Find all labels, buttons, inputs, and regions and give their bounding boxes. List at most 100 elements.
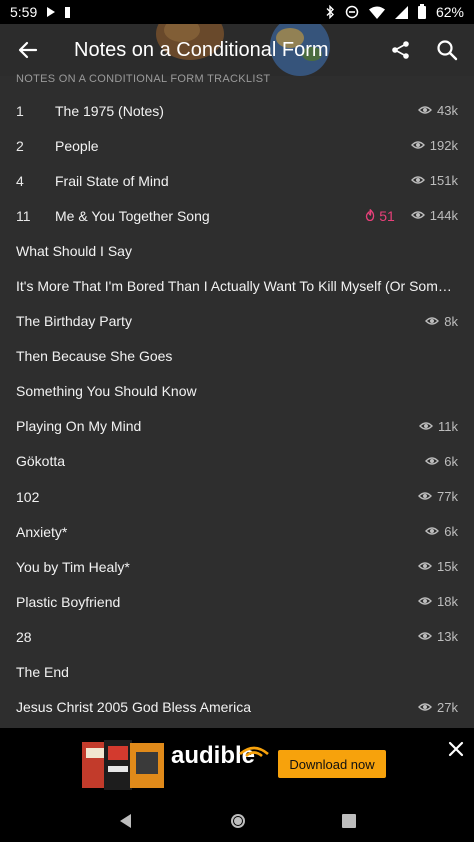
track-row[interactable]: What Should I Say [0,233,474,268]
eye-icon [410,208,425,223]
view-count-value: 6k [444,524,458,540]
battery-icon [417,3,426,19]
track-row[interactable]: Jesus Christ 2005 God Bless America 27k [0,690,474,725]
eye-icon [425,454,440,469]
track-row[interactable]: 4 Frail State of Mind 151k [0,163,474,198]
eye-icon [418,489,433,504]
view-count: 6k [425,454,458,469]
view-count: 151k [410,173,458,189]
view-count-value: 43k [437,103,458,119]
audiobook-covers-image [82,740,164,790]
view-count: 11k [419,419,458,434]
audible-wave-icon [239,746,269,758]
eye-icon [410,173,425,188]
track-row[interactable]: 1 The 1975 (Notes) 43k [0,93,474,128]
track-row[interactable]: Then Because She Goes [0,339,474,374]
view-count: 13k [418,629,458,644]
track-number: 11 [16,207,31,224]
eye-icon [418,103,433,118]
page-title: Notes on a Conditional Form [74,38,329,61]
track-row[interactable]: Something You Should Know [0,374,474,409]
track-title: People [55,137,99,154]
nav-recents-icon[interactable] [342,814,357,828]
track-title: You by Tim Healy* [16,558,130,575]
view-count-value: 6k [444,453,458,469]
view-count: 144k [410,208,458,223]
track-number: 2 [16,137,24,154]
nav-home-icon[interactable] [229,812,247,830]
eye-icon [425,314,440,329]
track-row[interactable]: It's More That I'm Bored Than I Actually… [0,268,474,303]
view-count: 6k [425,524,458,539]
arrow-left-icon [18,41,38,59]
hot-badge: 51 [365,208,395,224]
eye-icon [418,700,433,715]
eye-icon [418,629,433,644]
download-now-button[interactable]: Download now [278,750,386,778]
track-title: 102 [16,488,40,505]
track-row[interactable]: You by Tim Healy* 15k [0,549,474,584]
track-title: Jesus Christ 2005 God Bless America [16,699,251,716]
track-row[interactable]: 28 13k [0,619,474,654]
track-stats: 13k [418,629,458,644]
view-count-value: 8k [444,313,458,329]
back-button[interactable] [0,24,56,76]
track-stats: 51 144k [365,208,458,224]
track-row[interactable]: Anxiety* 6k [0,514,474,549]
view-count-value: 77k [437,489,458,505]
notification-icon [65,6,71,18]
track-row[interactable]: The Birthday Party 8k [0,304,474,339]
track-stats: 11k [419,419,458,434]
track-title: 28 [16,628,32,645]
bluetooth-icon [326,5,334,19]
media-play-icon [47,7,56,17]
view-count-value: 151k [429,173,458,189]
track-number: 1 [16,102,24,119]
track-title: Frail State of Mind [55,172,169,189]
eye-icon [418,594,433,609]
track-row[interactable]: 11 Me & You Together Song 51 144k [0,198,474,233]
track-stats: 192k [410,138,458,154]
track-title: Anxiety* [16,523,68,540]
track-stats: 8k [425,314,458,329]
battery-level: 62% [435,4,464,20]
track-row[interactable]: Playing On My Mind 11k [0,409,474,444]
close-icon[interactable] [446,739,466,759]
view-count: 192k [410,138,458,154]
share-icon [392,41,409,59]
track-title: Gökotta [16,453,66,470]
track-stats: 15k [418,559,458,574]
track-number: 4 [16,172,24,189]
track-stats: 151k [410,173,458,189]
track-title: Plastic Boyfriend [16,593,121,610]
track-list: 1 The 1975 (Notes) 43k 2 People 192k 4 Frail St… [0,93,474,725]
view-count: 8k [425,314,458,329]
signal-icon [394,5,408,19]
search-button[interactable] [424,24,470,76]
system-navigation-bar [0,800,474,842]
hot-count: 51 [379,207,395,224]
track-stats: 6k [425,454,458,469]
track-stats: 18k [418,594,458,609]
view-count-value: 18k [437,594,458,610]
track-title: It's More That I'm Bored Than I Actually… [16,278,458,295]
track-row[interactable]: Plastic Boyfriend 18k [0,584,474,619]
share-button[interactable] [378,24,424,76]
do-not-disturb-icon [345,5,359,19]
eye-icon [425,524,440,539]
status-bar: 5:59 62% [0,0,474,24]
view-count-value: 192k [429,138,458,154]
nav-back-icon[interactable] [118,813,134,829]
view-count: 77k [418,489,458,504]
view-count-value: 27k [437,699,458,715]
view-count: 15k [418,559,458,574]
track-row[interactable]: 2 People 192k [0,128,474,163]
view-count-value: 13k [437,629,458,645]
track-row[interactable]: Gökotta 6k [0,444,474,479]
track-row[interactable]: The End [0,655,474,690]
search-icon [437,40,458,61]
track-row[interactable]: 102 77k [0,479,474,514]
view-count-value: 15k [437,559,458,575]
ad-banner[interactable]: audible Download now [0,728,474,800]
eye-icon [418,559,433,574]
